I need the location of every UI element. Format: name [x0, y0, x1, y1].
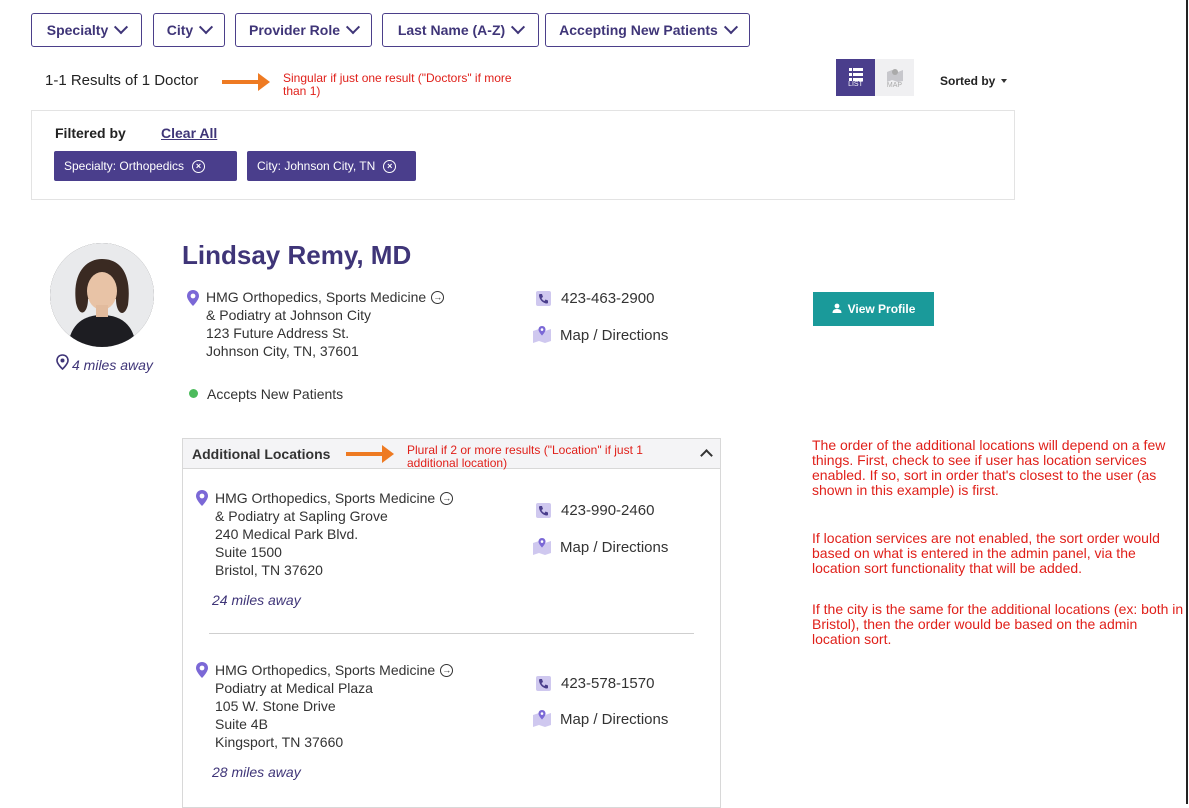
location-street: 105 W. Stone Drive [215, 698, 336, 714]
map-view-toggle[interactable]: MAP [875, 59, 914, 96]
list-view-toggle[interactable]: LIST [836, 59, 875, 96]
specialty-filter-chip[interactable]: Specialty: Orthopedics × [54, 151, 237, 181]
chip-label: City: Johnson City, TN [257, 159, 376, 173]
city-filter-chip[interactable]: City: Johnson City, TN × [247, 151, 416, 181]
location-name-line1[interactable]: HMG Orthopedics, Sports Medicine [215, 489, 435, 507]
location-phone[interactable]: 423-578-1570 [561, 675, 654, 692]
location-suite: Suite 1500 [215, 544, 282, 560]
annotation-arrow [222, 73, 270, 91]
phone-icon [536, 291, 551, 306]
location-name-line2: & Podiatry at Johnson City [206, 307, 371, 323]
chevron-down-icon [114, 20, 129, 35]
specialty-filter-button[interactable]: Specialty [31, 13, 142, 47]
location-city: Bristol, TN 37620 [215, 562, 323, 578]
accepting-new-patients-filter-button[interactable]: Accepting New Patients [545, 13, 750, 47]
annotation-order-note-1: The order of the additional locations wi… [812, 437, 1166, 498]
location-distance: 28 miles away [212, 764, 301, 780]
location-city: Johnson City, TN, 37601 [206, 343, 359, 359]
phone-icon [536, 676, 551, 691]
city-filter-button[interactable]: City [153, 13, 225, 47]
last-name-sort-button[interactable]: Last Name (A-Z) [382, 13, 539, 47]
arrow-right-circle-icon[interactable]: → [440, 491, 454, 505]
city-filter-label: City [166, 22, 194, 38]
doctor-avatar [50, 243, 154, 347]
sorted-by-label: Sorted by [940, 74, 996, 88]
location-city: Kingsport, TN 37660 [215, 734, 344, 750]
remove-chip-icon[interactable]: × [192, 159, 206, 173]
location-street: 240 Medical Park Blvd. [215, 526, 359, 542]
map-directions-link[interactable]: Map / Directions [560, 327, 668, 344]
accepting-filter-label: Accepting New Patients [559, 22, 718, 38]
chevron-down-icon [511, 20, 526, 35]
annotation-arrow [346, 445, 394, 463]
accepts-new-patients-status: Accepts New Patients [207, 386, 344, 402]
location-name-line2: & Podiatry at Sapling Grove [215, 508, 388, 524]
chip-label: Specialty: Orthopedics [64, 159, 185, 173]
annotation-singular-note: Singular if just one result ("Doctors" i… [283, 71, 512, 98]
sorted-by-dropdown[interactable]: Sorted by [940, 74, 1008, 88]
remove-chip-icon[interactable]: × [383, 159, 397, 173]
map-icon [886, 68, 903, 82]
location-pin-icon [195, 489, 209, 512]
phone-icon [536, 503, 551, 518]
distance-pin-icon [56, 354, 69, 375]
annotation-order-note-3: If the city is the same for the addition… [812, 601, 1184, 647]
map-view-label: MAP [886, 81, 903, 89]
map-directions-link[interactable]: Map / Directions [560, 711, 668, 728]
additional-location-address: HMG Orthopedics, Sports Medicine → Podia… [215, 661, 454, 751]
view-profile-button[interactable]: View Profile [813, 292, 934, 326]
location-pin-icon [186, 289, 200, 312]
provider-role-filter-button[interactable]: Provider Role [235, 13, 372, 47]
clear-all-link[interactable]: Clear All [161, 125, 217, 141]
primary-location-address: HMG Orthopedics, Sports Medicine → & Pod… [206, 288, 445, 360]
filtered-by-label: Filtered by [55, 125, 126, 141]
location-name-line1[interactable]: HMG Orthopedics, Sports Medicine [215, 661, 435, 679]
list-icon [848, 67, 863, 81]
location-phone[interactable]: 423-990-2460 [561, 502, 654, 519]
location-name-line2: Podiatry at Medical Plaza [215, 680, 373, 696]
additional-location-address: HMG Orthopedics, Sports Medicine → & Pod… [215, 489, 454, 579]
location-street: 123 Future Address St. [206, 325, 350, 341]
doctor-phone[interactable]: 423-463-2900 [561, 290, 654, 307]
arrow-right-circle-icon[interactable]: → [440, 663, 454, 677]
caret-down-icon [1001, 79, 1008, 83]
doctor-distance: 4 miles away [72, 357, 153, 373]
location-pin-icon [195, 661, 209, 684]
results-count: 1-1 Results of 1 Doctor [45, 72, 199, 89]
view-profile-label: View Profile [847, 302, 916, 316]
last-name-sort-label: Last Name (A-Z) [397, 22, 506, 38]
additional-locations-title: Additional Locations [192, 446, 331, 462]
specialty-filter-label: Specialty [46, 22, 109, 38]
map-directions-link[interactable]: Map / Directions [560, 539, 668, 556]
chevron-down-icon [723, 20, 738, 35]
location-suite: Suite 4B [215, 716, 268, 732]
arrow-right-circle-icon[interactable]: → [431, 290, 445, 304]
window-edge [1186, 0, 1188, 804]
status-dot-icon [189, 389, 198, 398]
map-directions-icon [532, 325, 552, 348]
chevron-down-icon [199, 20, 214, 35]
chevron-up-icon[interactable] [700, 449, 713, 462]
map-directions-icon [532, 537, 552, 560]
doctor-name[interactable]: Lindsay Remy, MD [182, 240, 411, 271]
user-icon [832, 302, 842, 316]
chevron-down-icon [345, 20, 361, 35]
list-view-label: LIST [848, 80, 863, 88]
location-distance: 24 miles away [212, 592, 301, 608]
map-directions-icon [532, 709, 552, 732]
location-name-line1[interactable]: HMG Orthopedics, Sports Medicine [206, 288, 426, 306]
divider [209, 633, 694, 634]
provider-role-filter-label: Provider Role [248, 22, 341, 38]
annotation-plural-note: Plural if 2 or more results ("Location" … [407, 443, 643, 470]
annotation-order-note-2: If location services are not enabled, th… [812, 530, 1160, 576]
